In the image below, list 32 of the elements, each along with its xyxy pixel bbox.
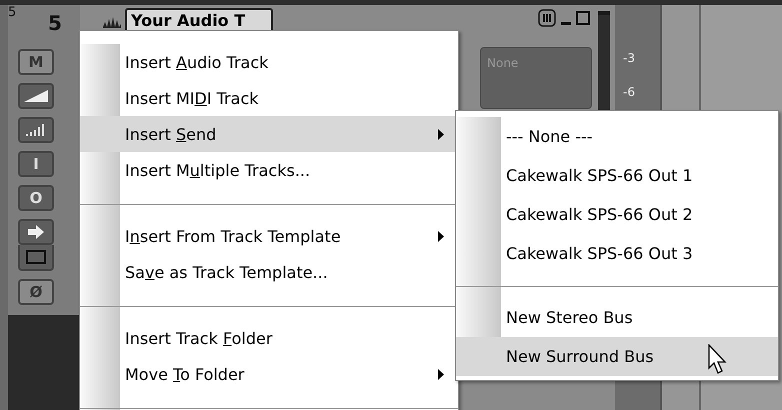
meter-scale-label: -6 — [623, 85, 636, 99]
track-button[interactable]: O — [18, 185, 54, 211]
arrow-right-icon[interactable] — [18, 219, 54, 245]
menu-item[interactable]: Save as Track Template... — [80, 254, 458, 290]
menu-item[interactable]: Insert From Track Template — [80, 218, 458, 254]
meter-scale-label: -3 — [623, 51, 636, 65]
track-number: 5 — [8, 5, 16, 20]
waveform-icon — [103, 16, 121, 28]
track-button[interactable]: M — [18, 49, 54, 75]
menu-item[interactable]: --- None --- — [456, 117, 778, 156]
menu-item[interactable]: Cakewalk SPS-66 Out 3 — [456, 234, 778, 273]
submenu-arrow-icon — [438, 231, 444, 242]
signal-bars-icon[interactable] — [18, 117, 54, 143]
menu-item[interactable]: Cakewalk SPS-66 Out 1 — [456, 156, 778, 195]
menu-item[interactable]: Move To Folder — [80, 356, 458, 392]
menu-item[interactable]: Insert Audio Track — [80, 44, 458, 80]
strip-icon[interactable] — [538, 9, 556, 27]
maximize-icon[interactable] — [576, 9, 590, 27]
menu-item[interactable]: Insert Multiple Tracks... — [80, 152, 458, 188]
submenu-arrow-icon — [438, 369, 444, 380]
submenu-arrow-icon — [438, 129, 444, 140]
menu-item[interactable]: New Stereo Bus — [456, 298, 778, 337]
volume-icon[interactable] — [18, 83, 54, 109]
menu-item[interactable]: Insert MIDI Track — [80, 80, 458, 116]
track-button[interactable]: Ø — [18, 279, 54, 305]
menu-item[interactable]: Insert Track Folder — [80, 320, 458, 356]
menu-item[interactable]: New Surround Bus — [456, 337, 778, 376]
mouse-pointer-icon — [708, 344, 728, 376]
track-button[interactable]: I — [18, 151, 54, 177]
menu-item[interactable]: Insert Send — [80, 116, 458, 152]
menu-item[interactable]: Cakewalk SPS-66 Out 2 — [456, 195, 778, 234]
track-number: 5 — [48, 11, 62, 35]
